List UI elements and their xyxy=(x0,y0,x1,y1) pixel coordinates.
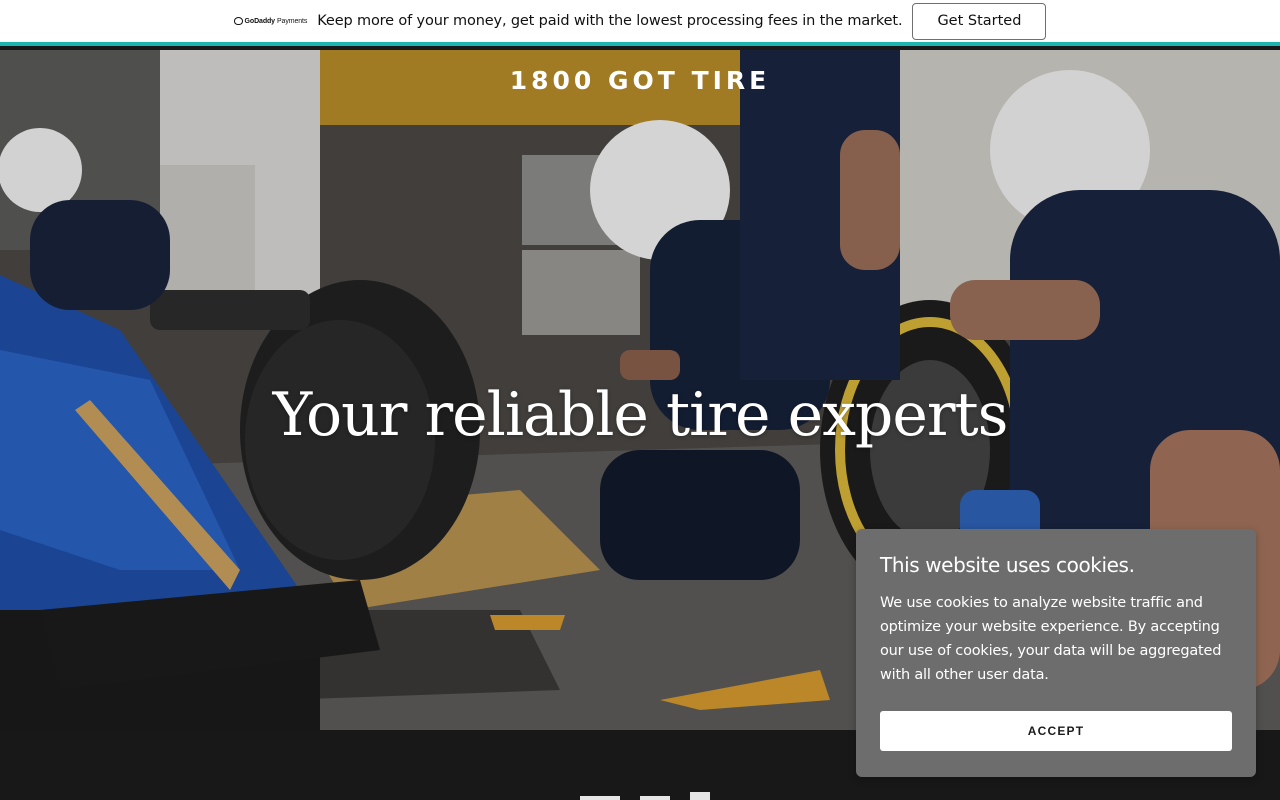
hero-headline: Your reliable tire experts xyxy=(272,380,1009,450)
get-started-button[interactable]: Get Started xyxy=(912,2,1047,40)
godaddy-icon xyxy=(233,17,243,25)
accept-cookies-button[interactable]: ACCEPT xyxy=(880,711,1232,751)
cookie-title: This website uses cookies. xyxy=(880,553,1135,577)
section-heading-peek xyxy=(540,782,740,800)
heading-fragment xyxy=(690,792,710,800)
logo-suffix: Payments xyxy=(276,17,308,25)
heading-fragment xyxy=(640,796,670,800)
logo-brand: GoDaddy xyxy=(244,17,276,25)
heading-fragment xyxy=(580,796,620,800)
godaddy-payments-logo: GoDaddy Payments xyxy=(233,17,308,25)
promo-message: Keep more of your money, get paid with t… xyxy=(317,13,903,29)
site-brand[interactable]: 1800 GOT TIRE xyxy=(0,66,1280,95)
promo-content: GoDaddy Payments Keep more of your money… xyxy=(233,2,1047,40)
cookie-description: We use cookies to analyze website traffi… xyxy=(880,595,1222,683)
promo-banner: GoDaddy Payments Keep more of your money… xyxy=(0,0,1280,46)
cookie-consent-panel: This website uses cookies. We use cookie… xyxy=(856,529,1256,777)
